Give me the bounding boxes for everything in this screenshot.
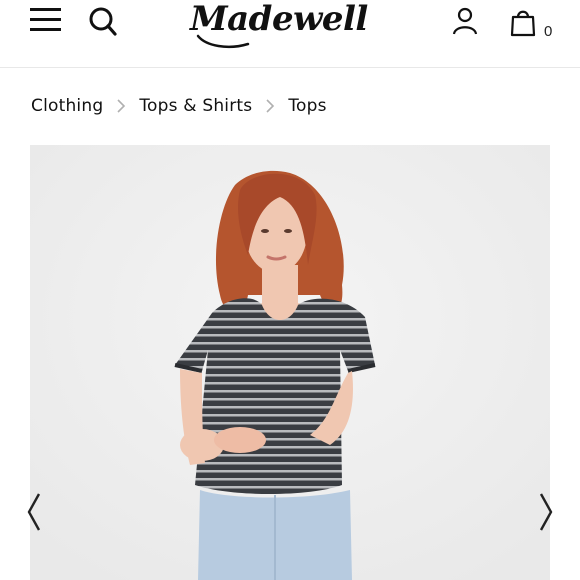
breadcrumb-clothing[interactable]: Clothing xyxy=(31,96,103,116)
chevron-right-icon xyxy=(256,96,284,116)
search-icon[interactable] xyxy=(88,5,118,37)
shopping-bag-icon[interactable] xyxy=(508,8,538,38)
breadcrumb-tops-shirts[interactable]: Tops & Shirts xyxy=(139,96,252,116)
hamburger-menu-icon[interactable] xyxy=(30,7,62,33)
logo-text: Madewell xyxy=(189,0,368,39)
chevron-right-icon[interactable] xyxy=(537,492,553,532)
bag-item-count: 0 xyxy=(544,23,553,40)
site-header: Madewell 0 xyxy=(0,0,580,68)
breadcrumb: Clothing Tops & Shirts Tops xyxy=(31,94,327,118)
breadcrumb-tops[interactable]: Tops xyxy=(288,96,326,116)
user-account-icon[interactable] xyxy=(450,7,480,35)
chevron-left-icon[interactable] xyxy=(27,492,43,532)
madewell-logo[interactable]: Madewell xyxy=(188,0,394,52)
chevron-right-icon xyxy=(107,96,135,116)
product-photo[interactable] xyxy=(30,145,550,580)
